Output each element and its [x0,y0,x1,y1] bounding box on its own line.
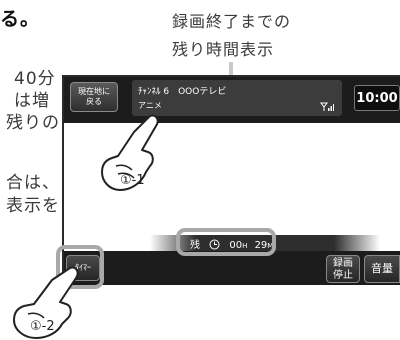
manual-text-line6: 表示を [6,196,60,216]
step-1-2-label: ①-2 [30,319,55,334]
step-1-1-label: ①-1 [120,173,145,188]
pointing-hand-icon: ①-2 [13,266,79,339]
return-button-label-line1: 現在地に [78,87,110,96]
remaining-time-highlight [176,228,276,256]
manual-text-line5: 合は、 [6,173,60,193]
return-to-current-location-button[interactable]: 現在地に 戻る [70,82,118,112]
record-stop-button[interactable]: 録画 停止 [326,255,360,283]
signal-antenna-icon [320,102,334,113]
manual-text-line4: 残りの [6,113,60,133]
bottom-bar: ﾀｲﾏｰ 録画 停止 音量 [64,251,400,285]
return-button-label-line2: 戻る [86,97,102,106]
annotation-line2: 残り時間表示 [172,40,275,59]
pointing-hand-icon: ①-1 [101,114,159,191]
record-stop-line1: 録画 [333,258,353,269]
channel-label: ﾁｬﾝﾈﾙ 6 OOOテレビ [138,87,227,97]
volume-button[interactable]: 音量 [364,255,400,283]
annotation-line1: 録画終了までの [172,12,292,31]
record-stop-line2: 停止 [333,270,353,281]
manual-text-line1: る。 [0,8,41,30]
clock-display: 10:00 [354,85,400,111]
